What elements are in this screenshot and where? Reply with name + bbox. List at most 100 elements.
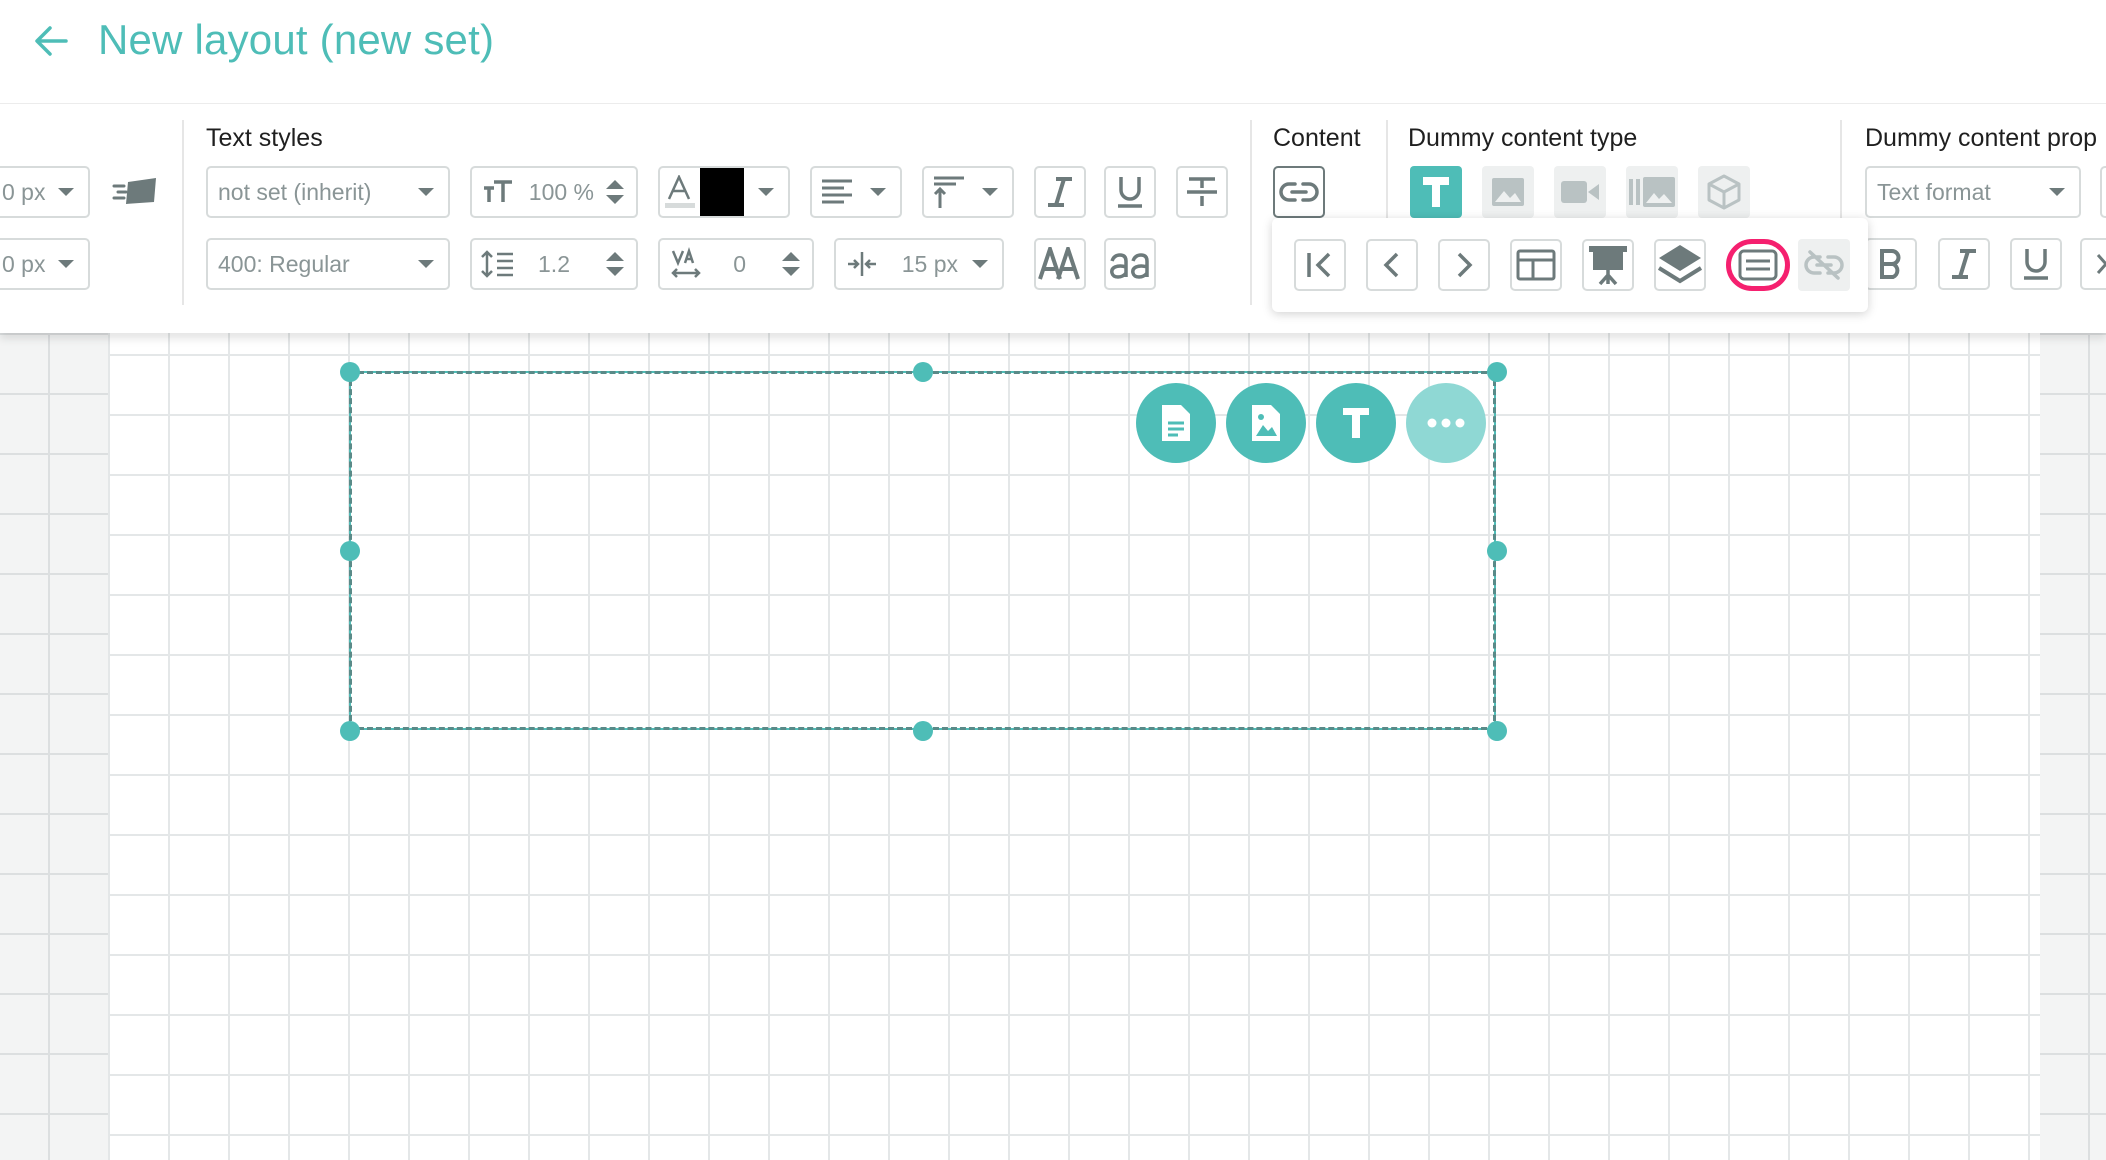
video-icon [1561,181,1599,203]
align-top-icon [924,168,974,216]
unlink-button[interactable] [1798,239,1850,291]
chevron-down-icon [758,188,774,196]
resize-handle-top-center[interactable] [913,362,933,382]
underline-icon [1118,177,1142,208]
stepper-icon[interactable] [776,252,806,276]
italic-icon [1952,249,1976,279]
font-size-icon [472,168,524,216]
resize-handle-middle-left[interactable] [340,541,360,561]
line-height-icon [472,240,524,288]
text-color-icon [660,168,700,216]
resize-handle-top-left[interactable] [340,362,360,382]
dummy-type-image-button[interactable] [1482,166,1534,218]
font-weight-select[interactable]: 400: Regular [206,238,450,290]
padding-x-field[interactable]: 0 px [0,166,90,218]
lowercase-button[interactable] [1104,238,1156,290]
letter-spacing-field[interactable]: 0 [658,238,814,290]
more-format-button-partial[interactable] [2080,238,2106,290]
uppercase-icon [1038,247,1080,280]
container-button[interactable] [1726,239,1790,291]
italic-icon [1048,177,1072,207]
element-nav-popup [1272,218,1868,312]
canvas-area[interactable] [0,333,2106,1160]
text-align-select[interactable] [810,166,902,218]
chevron-down-icon [982,188,998,196]
chevron-down-icon [58,188,74,196]
chevron-left-icon [1383,252,1399,278]
more-horizontal-icon [1427,418,1465,428]
indent-field[interactable]: 15 px [834,238,1004,290]
resize-handle-bottom-left[interactable] [340,721,360,741]
resize-handle-bottom-center[interactable] [913,721,933,741]
resize-handle-top-right[interactable] [1487,362,1507,382]
line-height-field[interactable]: 1.2 [470,238,638,290]
next-element-button[interactable] [1438,239,1490,291]
align-left-icon [812,168,862,216]
lowercase-icon [1110,253,1149,279]
dummy-type-video-button[interactable] [1554,166,1606,218]
underline-button-2[interactable] [2010,238,2062,290]
skip-first-icon [1307,252,1331,278]
stepper-icon[interactable] [600,252,630,276]
layers-button[interactable] [1654,239,1706,291]
animation-button[interactable] [110,166,162,218]
toolbar-divider [1250,120,1252,305]
vertical-align-select[interactable] [922,166,1014,218]
content-label: Content [1273,124,1361,152]
text-icon [1343,408,1369,438]
content-link-button[interactable] [1273,166,1325,218]
page-title: New layout (new set) [98,16,495,63]
presentation-button[interactable] [1582,239,1634,291]
resize-handle-middle-right[interactable] [1487,541,1507,561]
chevron-down-icon [2049,188,2065,196]
fast-forward-box-icon [112,178,156,204]
bold-icon [1880,249,1901,279]
text-color-picker[interactable] [658,166,790,218]
previous-element-button[interactable] [1366,239,1418,291]
more-options-button[interactable] [1406,383,1486,463]
layers-icon [1657,245,1703,284]
dummy-type-gallery-button[interactable] [1626,166,1678,218]
bold-button[interactable] [1865,238,1917,290]
gallery-icon [1629,177,1675,207]
first-element-button[interactable] [1294,239,1346,291]
chevron-down-icon [418,260,434,268]
uppercase-button[interactable] [1034,238,1086,290]
document-icon [1162,405,1190,441]
add-image-button[interactable] [1226,383,1306,463]
cube-icon [1707,174,1741,210]
stepper-icon[interactable] [600,180,630,204]
dummy-content-props-label: Dummy content prop [1865,124,2098,152]
back-arrow-icon[interactable] [28,18,74,64]
padding-y-field[interactable]: 0 px [0,238,90,290]
font-family-select[interactable]: not set (inherit) [206,166,450,218]
close-icon [2096,254,2106,274]
text-icon [1423,177,1449,207]
color-swatch [700,168,744,216]
underline-button[interactable] [1104,166,1156,218]
link-icon [1279,182,1319,202]
chevron-right-icon [1457,252,1473,278]
next-field-partial[interactable] [2100,166,2106,218]
toolbar-divider [182,120,184,305]
text-format-select[interactable]: Text format [1865,166,2081,218]
strikethrough-button[interactable] [1176,166,1228,218]
image-icon [1492,178,1524,206]
font-size-field[interactable]: 100 % [470,166,638,218]
letter-spacing-icon [660,240,712,288]
dummy-type-text-button[interactable] [1410,166,1462,218]
dummy-content-type-label: Dummy content type [1408,124,1638,152]
chevron-down-icon [418,188,434,196]
image-file-icon [1252,405,1280,441]
layout-icon [1516,249,1556,281]
link-off-icon [1804,250,1844,280]
resize-handle-bottom-right[interactable] [1487,721,1507,741]
add-text-button[interactable] [1316,383,1396,463]
add-document-button[interactable] [1136,383,1216,463]
layout-button[interactable] [1510,239,1562,291]
chevron-down-icon [58,260,74,268]
italic-button[interactable] [1034,166,1086,218]
dummy-type-3d-button[interactable] [1698,166,1750,218]
chevron-down-icon [972,260,988,268]
italic-button-2[interactable] [1938,238,1990,290]
